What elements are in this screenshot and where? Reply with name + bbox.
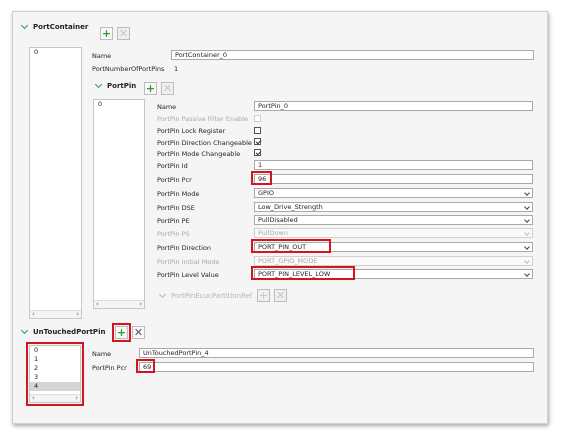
- untouched-title: UnTouchedPortPin: [33, 328, 106, 336]
- initial-mode-select[interactable]: PORT_GPIO_MODE: [254, 256, 533, 266]
- pin-direction-label: PortPin Direction: [157, 244, 212, 252]
- pin-name-label: Name: [157, 103, 177, 111]
- chevron-down-icon[interactable]: [21, 23, 29, 31]
- horizontal-scrollbar[interactable]: ‹ ›: [30, 310, 81, 318]
- plus-icon: +: [101, 27, 112, 40]
- untouched-list-highlight: [26, 342, 84, 406]
- pin-pcr-label: PortPin Pcr: [157, 176, 192, 184]
- passive-filter-checkbox[interactable]: [254, 115, 261, 122]
- add-untouched-highlight: [112, 323, 131, 342]
- port-container-name-label: Name: [92, 52, 112, 60]
- close-icon: ✕: [275, 289, 286, 302]
- scroll-left-icon[interactable]: ‹: [32, 310, 35, 318]
- untouched-pcr-field[interactable]: 69: [139, 362, 534, 372]
- pin-dse-label: PortPin DSE: [157, 204, 195, 212]
- add-port-container-button[interactable]: +: [100, 27, 113, 40]
- add-port-pin-button[interactable]: +: [144, 82, 157, 95]
- pin-name-field[interactable]: PortPin_0: [254, 101, 533, 111]
- port-container-name-field[interactable]: PortContainer_0: [171, 50, 534, 60]
- chevron-down-icon[interactable]: [159, 292, 167, 300]
- plus-icon: +: [258, 289, 269, 302]
- port-container-title: PortContainer: [33, 23, 89, 31]
- port-container-header[interactable]: PortContainer: [21, 23, 88, 31]
- remove-untouched-button[interactable]: ✕: [132, 326, 145, 339]
- untouched-name-label: Name: [92, 350, 112, 358]
- port-pin-title: PortPin: [107, 82, 137, 90]
- pin-id-label: PortPin Id: [157, 162, 188, 170]
- plus-icon: +: [145, 82, 156, 95]
- pin-ps-label: PortPin PS: [157, 230, 190, 238]
- passive-filter-label: PortPin Passive Filter Enable: [157, 115, 249, 123]
- port-number-of-pins-label: PortNumberOfPortPins: [92, 65, 165, 73]
- direction-changeable-label: PortPin Direction Changeable: [157, 139, 252, 147]
- add-partition-ref-button[interactable]: +: [257, 289, 270, 302]
- remove-port-pin-button[interactable]: ✕: [161, 82, 174, 95]
- close-icon: ✕: [133, 326, 144, 339]
- port-container-list[interactable]: 0 ‹ ›: [29, 47, 82, 319]
- horizontal-scrollbar[interactable]: ‹ ›: [94, 300, 144, 308]
- direction-highlight: [251, 239, 331, 253]
- pin-id-field[interactable]: 1: [254, 160, 533, 170]
- level-value-highlight: [251, 266, 355, 280]
- close-icon: ✕: [162, 82, 173, 95]
- remove-port-container-button[interactable]: ✕: [117, 27, 130, 40]
- partition-ref-title: PortPinEcucPartitionRef: [171, 292, 253, 300]
- scroll-right-icon[interactable]: ›: [76, 310, 79, 318]
- partition-ref-header[interactable]: PortPinEcucPartitionRef: [159, 292, 252, 300]
- remove-partition-ref-button[interactable]: ✕: [274, 289, 287, 302]
- pin-pe-select[interactable]: PullDisabled: [254, 215, 533, 225]
- level-value-label: PortPin Level Value: [157, 271, 219, 279]
- port-number-of-pins-value: 1: [174, 65, 179, 73]
- direction-changeable-checkbox[interactable]: [254, 138, 261, 145]
- pin-mode-label: PortPin Mode: [157, 190, 200, 198]
- properties-panel: PortContainer + ✕ 0 ‹ › Name PortContain…: [12, 11, 548, 424]
- port-pin-header[interactable]: PortPin: [95, 82, 136, 90]
- chevron-down-icon[interactable]: [21, 328, 29, 336]
- pin-pcr-field[interactable]: 96: [254, 174, 533, 184]
- untouched-name-field[interactable]: UnTouchedPortPin_4: [139, 348, 534, 358]
- lock-register-checkbox[interactable]: [254, 127, 261, 134]
- close-icon: ✕: [118, 27, 129, 40]
- scroll-right-icon[interactable]: ›: [139, 300, 142, 308]
- pin-mode-select[interactable]: GPIO: [254, 188, 533, 198]
- list-item[interactable]: 0: [94, 100, 144, 109]
- mode-changeable-checkbox[interactable]: [254, 149, 261, 156]
- pcr-highlight: [251, 171, 272, 185]
- untouched-pcr-label: PortPin Pcr: [92, 364, 127, 372]
- pin-dse-select[interactable]: Low_Drive_Strength: [254, 202, 533, 212]
- pin-ps-select[interactable]: PullDown: [254, 228, 533, 238]
- lock-register-label: PortPin Lock Register: [157, 127, 226, 135]
- untouched-header[interactable]: UnTouchedPortPin: [21, 328, 105, 336]
- mode-changeable-label: PortPin Mode Changeable: [157, 150, 241, 158]
- initial-mode-label: PortPin Initial Mode: [157, 258, 220, 266]
- list-item[interactable]: 0: [30, 48, 81, 57]
- pin-pe-label: PortPin PE: [157, 217, 190, 225]
- chevron-down-icon[interactable]: [95, 82, 103, 90]
- untouched-pcr-highlight: [136, 359, 155, 373]
- port-pin-list[interactable]: 0 ‹ ›: [93, 99, 145, 309]
- scroll-left-icon[interactable]: ‹: [96, 300, 99, 308]
